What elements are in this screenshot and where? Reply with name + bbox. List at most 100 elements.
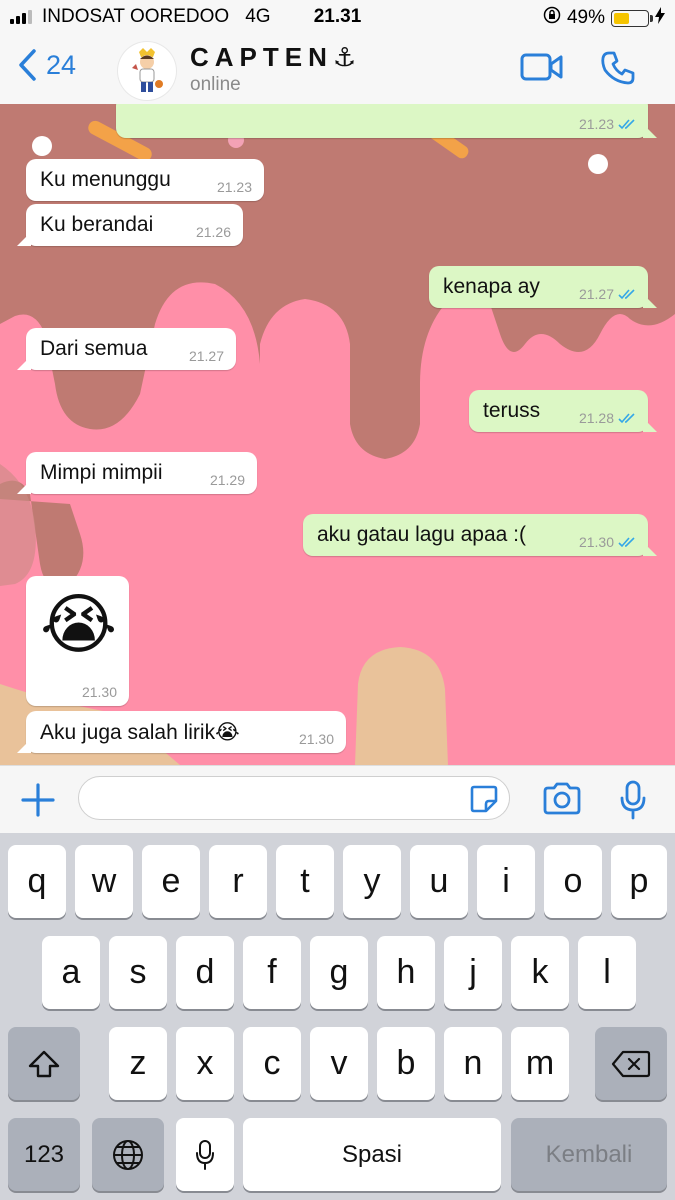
- key-r[interactable]: r: [209, 845, 267, 918]
- message-outgoing[interactable]: aku gatau lagu apaa :( 21.30: [303, 514, 657, 556]
- keyboard: q w e r t y u i o p a s d f g h j k l z …: [0, 833, 675, 1200]
- camera-icon: [543, 782, 581, 815]
- message-meta: 21.29: [210, 472, 245, 488]
- dictation-key[interactable]: [176, 1118, 234, 1191]
- key-m[interactable]: m: [511, 1027, 569, 1100]
- battery-icon: [611, 9, 653, 27]
- message-outgoing[interactable]: 21.23: [116, 104, 657, 138]
- read-receipt-icon: [618, 118, 635, 129]
- message-meta: 21.27: [189, 348, 224, 364]
- message-time: 21.27: [578, 286, 614, 302]
- message-incoming[interactable]: Mimpi mimpii 21.29: [17, 452, 257, 494]
- microphone-icon: [620, 780, 646, 820]
- message-outgoing[interactable]: kenapa ay 21.27: [429, 266, 657, 308]
- key-i[interactable]: i: [477, 845, 535, 918]
- key-f[interactable]: f: [243, 936, 301, 1009]
- key-p[interactable]: p: [611, 845, 667, 918]
- chat-header: 24 CAPTEN⚓ online: [0, 34, 675, 105]
- key-h[interactable]: h: [377, 936, 435, 1009]
- voice-call-button[interactable]: [600, 50, 636, 91]
- backspace-key[interactable]: [595, 1027, 667, 1100]
- key-j[interactable]: j: [444, 936, 502, 1009]
- message-text: aku gatau lagu apaa :(: [317, 523, 526, 546]
- chevron-left-icon: [19, 49, 36, 81]
- numbers-key[interactable]: 123: [8, 1118, 80, 1191]
- key-a[interactable]: a: [42, 936, 100, 1009]
- message-meta: 21.23: [579, 116, 636, 132]
- video-camera-icon: [520, 53, 563, 81]
- attach-button[interactable]: [20, 782, 56, 823]
- key-w[interactable]: w: [75, 845, 133, 918]
- avatar[interactable]: [118, 42, 176, 100]
- key-v[interactable]: v: [310, 1027, 368, 1100]
- message-time: 21.30: [298, 731, 334, 747]
- message-text: Mimpi mimpii: [40, 461, 163, 484]
- charging-icon: [655, 6, 665, 30]
- status-right: 49%: [543, 6, 665, 30]
- read-receipt-icon: [618, 412, 635, 423]
- space-key[interactable]: Spasi: [243, 1118, 501, 1191]
- video-call-button[interactable]: [520, 52, 564, 87]
- message-incoming[interactable]: Dari semua 21.27: [17, 328, 236, 370]
- message-outgoing[interactable]: teruss 21.28: [469, 390, 657, 432]
- key-q[interactable]: q: [8, 845, 66, 918]
- message-text: teruss: [483, 399, 541, 422]
- message-time: 21.30: [578, 534, 614, 550]
- message-time: 21.23: [216, 179, 252, 195]
- key-c[interactable]: c: [243, 1027, 301, 1100]
- message-incoming-emoji[interactable]: 😭 21.30: [26, 576, 129, 706]
- message-meta: 21.30: [82, 684, 117, 700]
- message-text: Aku juga salah lirik😭: [40, 720, 240, 744]
- key-g[interactable]: g: [310, 936, 368, 1009]
- message-incoming[interactable]: Ku menunggu 21.23: [26, 159, 264, 201]
- phone-icon: [601, 51, 635, 85]
- message-text: Dari semua: [40, 337, 148, 360]
- sticker-button[interactable]: [469, 784, 499, 819]
- message-time: 21.30: [81, 684, 117, 700]
- message-input[interactable]: [93, 777, 467, 819]
- message-meta: 21.28: [579, 410, 636, 426]
- key-z[interactable]: z: [109, 1027, 167, 1100]
- voice-note-button[interactable]: [620, 780, 646, 825]
- key-n[interactable]: n: [444, 1027, 502, 1100]
- back-count: 24: [46, 49, 77, 80]
- chat-area[interactable]: 21.23 Ku menunggu 21.23 Ku berandai 21.2…: [0, 104, 675, 765]
- back-button[interactable]: 24: [18, 48, 76, 82]
- key-o[interactable]: o: [544, 845, 602, 918]
- message-incoming[interactable]: Aku juga salah lirik😭 21.30: [17, 711, 346, 753]
- key-x[interactable]: x: [176, 1027, 234, 1100]
- message-text: Ku berandai: [40, 213, 154, 236]
- shift-key[interactable]: [8, 1027, 80, 1100]
- key-u[interactable]: u: [410, 845, 468, 918]
- key-l[interactable]: l: [578, 936, 636, 1009]
- key-k[interactable]: k: [511, 936, 569, 1009]
- globe-key[interactable]: [92, 1118, 164, 1191]
- return-key[interactable]: Kembali: [511, 1118, 667, 1191]
- contact-name[interactable]: CAPTEN⚓: [190, 42, 362, 73]
- key-t[interactable]: t: [276, 845, 334, 918]
- message-time: 21.29: [209, 472, 245, 488]
- key-d[interactable]: d: [176, 936, 234, 1009]
- message-text: kenapa ay: [443, 275, 540, 298]
- read-receipt-icon: [618, 288, 635, 299]
- avatar-illustration-icon: [132, 48, 163, 92]
- plus-icon: [21, 783, 55, 817]
- backspace-icon: [611, 1050, 651, 1077]
- crying-face-emoji: 😭: [40, 587, 118, 661]
- key-b[interactable]: b: [377, 1027, 435, 1100]
- key-e[interactable]: e: [142, 845, 200, 918]
- message-field[interactable]: [78, 776, 510, 820]
- key-s[interactable]: s: [109, 936, 167, 1009]
- contact-status: online: [190, 74, 241, 95]
- read-receipt-icon: [618, 536, 635, 547]
- microphone-icon: [196, 1139, 214, 1170]
- camera-button[interactable]: [542, 782, 582, 821]
- globe-icon: [113, 1139, 143, 1170]
- message-meta: 21.26: [196, 224, 231, 240]
- message-meta: 21.27: [579, 286, 636, 302]
- battery-percent: 49%: [566, 7, 605, 28]
- shift-arrow-icon: [28, 1050, 60, 1077]
- message-incoming[interactable]: Ku berandai 21.26: [17, 204, 243, 246]
- battery-fill: [614, 12, 629, 24]
- key-y[interactable]: y: [343, 845, 401, 918]
